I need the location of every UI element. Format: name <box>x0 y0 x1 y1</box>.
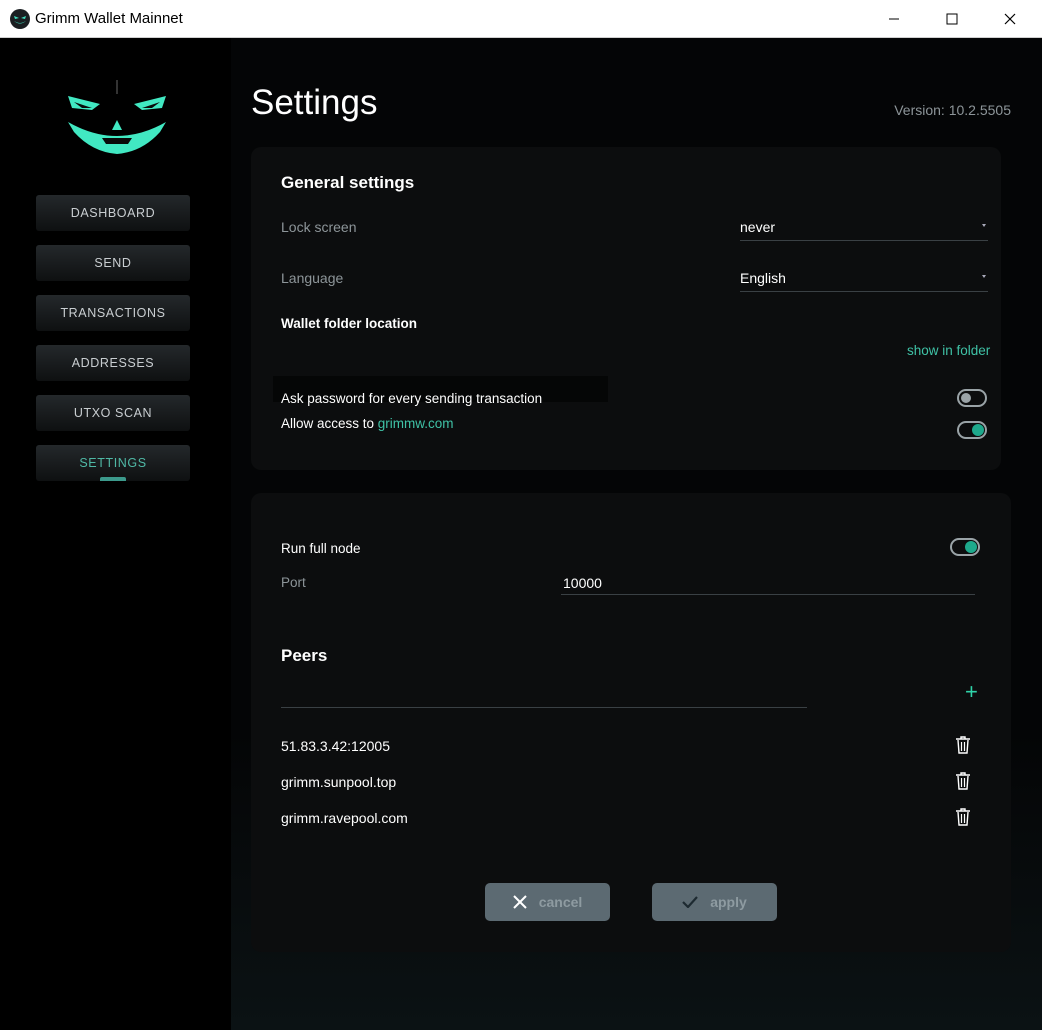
lock-screen-label: Lock screen <box>281 219 357 235</box>
apply-button[interactable]: apply <box>652 883 777 921</box>
active-indicator <box>100 477 126 481</box>
trash-icon[interactable] <box>955 808 971 831</box>
lock-screen-value: never <box>740 219 776 235</box>
sidebar-item-label: UTXO SCAN <box>73 406 153 420</box>
sidebar-item-addresses[interactable]: ADDRESSES <box>36 345 190 381</box>
grimm-logo <box>62 80 172 165</box>
language-select[interactable]: English <box>740 270 988 292</box>
node-settings-panel: Run full node Port 10000 Peers + 51.83.3… <box>251 493 1011 952</box>
peers-title: Peers <box>281 646 328 665</box>
sidebar-item-label: ADDRESSES <box>71 356 155 370</box>
main-content: Settings Version: 10.2.5505 General sett… <box>231 38 1042 1030</box>
grimm-app-icon <box>10 9 30 29</box>
peer-item: grimm.sunpool.top <box>281 774 397 790</box>
new-peer-input[interactable] <box>281 707 807 708</box>
apply-label: apply <box>710 894 747 910</box>
close-button[interactable] <box>981 0 1039 38</box>
trash-icon[interactable] <box>955 772 971 795</box>
sidebar: DASHBOARD SEND TRANSACTIONS ADDRESSES UT… <box>0 38 231 1030</box>
dropdown-caret-icon <box>982 224 986 227</box>
sidebar-item-label: TRANSACTIONS <box>60 306 166 320</box>
language-value: English <box>740 270 786 286</box>
run-full-node-label: Run full node <box>281 541 361 556</box>
ask-password-toggle[interactable] <box>957 389 987 407</box>
cancel-label: cancel <box>538 894 583 910</box>
lock-screen-select[interactable]: never <box>740 219 988 241</box>
maximize-button[interactable] <box>923 0 981 38</box>
add-peer-icon[interactable]: + <box>965 681 978 703</box>
page-title: Settings <box>251 83 378 122</box>
version-label: Version: 10.2.5505 <box>894 102 1011 118</box>
sidebar-item-label: DASHBOARD <box>70 206 156 220</box>
allow-access-label: Allow access to grimmw.com <box>281 416 454 431</box>
allow-access-toggle[interactable] <box>957 421 987 439</box>
toggle-knob <box>965 541 977 553</box>
ask-password-label: Ask password for every sending transacti… <box>281 391 543 406</box>
app-window: DASHBOARD SEND TRANSACTIONS ADDRESSES UT… <box>0 38 1042 1030</box>
sidebar-item-dashboard[interactable]: DASHBOARD <box>36 195 190 231</box>
check-icon <box>682 896 699 908</box>
sidebar-item-transactions[interactable]: TRANSACTIONS <box>36 295 190 331</box>
window-title: Grimm Wallet Mainnet <box>35 10 183 27</box>
port-input[interactable]: 10000 <box>563 575 602 591</box>
trash-icon[interactable] <box>955 736 971 759</box>
run-full-node-toggle[interactable] <box>950 538 980 556</box>
sidebar-item-label: SEND <box>94 256 132 270</box>
allow-access-text: Allow access to <box>281 416 378 431</box>
grimmw-link[interactable]: grimmw.com <box>378 416 454 431</box>
sidebar-item-send[interactable]: SEND <box>36 245 190 281</box>
general-settings-panel: General settings Lock screen never Langu… <box>251 147 1001 470</box>
minimize-button[interactable] <box>865 0 923 38</box>
title-bar: Grimm Wallet Mainnet <box>0 0 1042 38</box>
port-label: Port <box>281 575 306 590</box>
sidebar-item-utxo-scan[interactable]: UTXO SCAN <box>36 395 190 431</box>
general-settings-title: General settings <box>281 173 415 192</box>
language-label: Language <box>281 270 344 286</box>
peer-item: 51.83.3.42:12005 <box>281 738 390 754</box>
show-in-folder-link[interactable]: show in folder <box>907 343 990 358</box>
peer-item: grimm.ravepool.com <box>281 810 408 826</box>
wallet-folder-label: Wallet folder location <box>281 316 418 331</box>
toggle-knob <box>972 424 984 436</box>
sidebar-item-settings[interactable]: SETTINGS <box>36 445 190 481</box>
port-underline <box>561 594 975 595</box>
dropdown-caret-icon <box>982 275 986 278</box>
toggle-knob <box>961 393 971 403</box>
close-icon <box>512 895 527 909</box>
cancel-button[interactable]: cancel <box>485 883 610 921</box>
sidebar-item-label: SETTINGS <box>79 456 147 470</box>
